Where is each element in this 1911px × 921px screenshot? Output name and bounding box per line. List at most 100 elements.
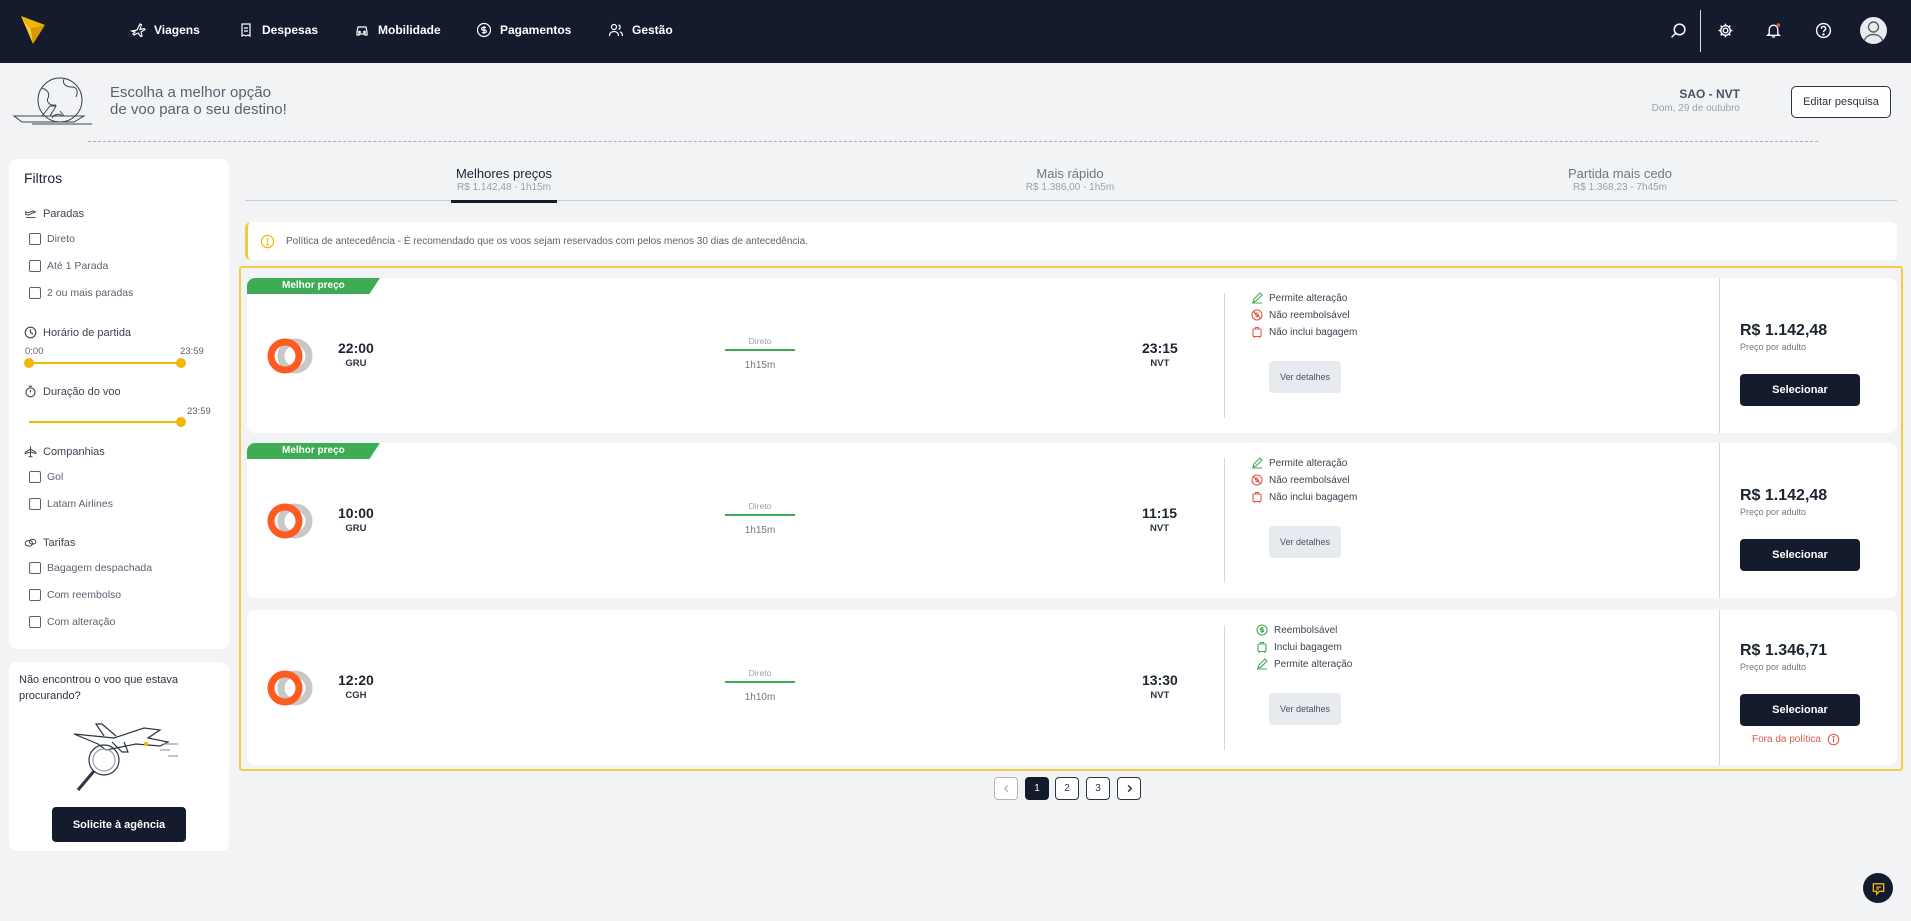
condition-text: Não inclui bagagem <box>1269 326 1358 338</box>
price-note: Preço por adulto <box>1740 662 1807 672</box>
search-icon <box>1670 22 1686 38</box>
chat-button[interactable] <box>1863 873 1893 903</box>
filter-latam[interactable]: Latam Airlines <box>29 498 113 510</box>
help-button[interactable] <box>1812 19 1834 41</box>
arrival-time: 11:15 <box>1142 505 1178 521</box>
checkbox[interactable] <box>29 562 41 574</box>
search-button[interactable] <box>1667 19 1689 41</box>
pagination-page-1[interactable]: 1 <box>1025 777 1049 800</box>
info-icon <box>1827 733 1840 746</box>
view-details-button[interactable]: Ver detalhes <box>1269 693 1341 725</box>
best-price-badge: Melhor preço <box>247 278 380 294</box>
departure-airport: GRU <box>345 523 367 534</box>
best-price-badge: Melhor preço <box>247 443 380 459</box>
filter-bagagem-despachada[interactable]: Bagagem despachada <box>29 562 152 574</box>
tab-subtitle: R$ 1.368,23 - 7h45m <box>1573 182 1667 193</box>
plane-icon <box>130 23 146 38</box>
brand-logo[interactable] <box>20 14 46 46</box>
checkbox[interactable] <box>29 260 41 272</box>
airline-logo <box>267 670 313 706</box>
tab-partida-mais-cedo[interactable]: Partida mais cedo R$ 1.368,23 - 7h45m <box>1545 166 1695 193</box>
nav-label: Despesas <box>262 23 319 37</box>
tab-mais-rapido[interactable]: Mais rápido R$ 1.386,00 - 1h5m <box>1002 166 1138 193</box>
stops-label: Direto <box>748 336 772 346</box>
select-button[interactable]: Selecionar <box>1740 539 1860 571</box>
nav-mobilidade[interactable]: Mobilidade <box>354 20 441 40</box>
slider-track <box>29 421 181 423</box>
avatar[interactable] <box>1860 17 1887 44</box>
edit-search-button[interactable]: Editar pesquisa <box>1791 86 1891 118</box>
nav-label: Mobilidade <box>378 23 441 37</box>
nav-gestao[interactable]: Gestão <box>608 20 673 40</box>
departure-time: 12:20 <box>338 672 374 688</box>
price-note: Preço por adulto <box>1740 342 1807 352</box>
select-button[interactable]: Selecionar <box>1740 694 1860 726</box>
dashed-divider <box>88 141 1818 142</box>
condition-item: Inclui bagagem <box>1256 641 1342 653</box>
user-icon <box>1863 21 1884 43</box>
duration-slider[interactable] <box>24 417 186 427</box>
checkbox-label: Bagagem despachada <box>47 562 153 574</box>
out-of-policy-link[interactable]: Fora da política <box>1752 733 1840 746</box>
nav-pagamentos[interactable]: Pagamentos <box>476 20 571 40</box>
pagination-prev[interactable] <box>994 777 1018 800</box>
settings-button[interactable] <box>1714 19 1736 41</box>
checkbox[interactable] <box>29 616 41 628</box>
notifications-button[interactable] <box>1762 19 1784 41</box>
slider-handle-min[interactable] <box>24 358 34 368</box>
filter-section-airlines: Companhias <box>24 445 105 458</box>
nav-despesas[interactable]: Despesas <box>238 20 318 40</box>
filter-com-reembolso[interactable]: Com reembolso <box>29 589 121 601</box>
flight-card: 12:20 CGH Direto 1h10m 13:30 NVT Reembol… <box>247 610 1897 765</box>
pagination-page-3[interactable]: 3 <box>1086 777 1110 800</box>
checkbox[interactable] <box>29 233 41 245</box>
departure-airport: GRU <box>345 358 367 369</box>
checkbox-label: Até 1 Parada <box>47 260 109 272</box>
edit-icon <box>1252 457 1263 469</box>
arrival-airport: NVT <box>1150 523 1170 534</box>
flight-card: Melhor preço 10:00 GRU Direto 1h15m 11:1… <box>247 443 1897 598</box>
select-button[interactable]: Selecionar <box>1740 374 1860 406</box>
slider-handle-max[interactable] <box>176 358 186 368</box>
arrival-time: 13:30 <box>1142 672 1178 688</box>
help-icon <box>1815 22 1831 38</box>
nav-label: Pagamentos <box>500 23 572 37</box>
condition-item: Reembolsável <box>1256 624 1337 636</box>
view-details-button[interactable]: Ver detalhes <box>1269 526 1341 558</box>
divider <box>1224 625 1225 750</box>
condition-item: Permite alteração <box>1251 292 1347 304</box>
filter-ate-1-parada[interactable]: Até 1 Parada <box>29 260 108 272</box>
filter-section-label: Horário de partida <box>43 326 132 339</box>
heading-line-1: Escolha a melhor opção <box>110 84 271 101</box>
money-icon <box>24 538 37 547</box>
arrival-airport: NVT <box>1150 358 1170 369</box>
filter-direto[interactable]: Direto <box>29 233 75 245</box>
checkbox[interactable] <box>29 471 41 483</box>
filters-title: Filtros <box>24 170 63 186</box>
magnifier-plane-illustration <box>73 723 178 791</box>
tab-label: Melhores preços <box>455 166 553 181</box>
filter-com-alteracao[interactable]: Com alteração <box>29 616 115 628</box>
request-agency-button[interactable]: Solicite à agência <box>52 807 186 842</box>
route-date: Dom, 29 de outubro <box>1651 103 1740 114</box>
checkbox-label: Com alteração <box>47 616 116 628</box>
chevron-left-icon <box>1003 784 1008 793</box>
flight-stops: Direto 1h15m <box>725 501 795 536</box>
view-details-button[interactable]: Ver detalhes <box>1269 361 1341 393</box>
slider-handle-max[interactable] <box>176 417 186 427</box>
price-note: Preço por adulto <box>1740 507 1807 517</box>
departure-slider[interactable] <box>24 358 186 368</box>
airline-logo <box>267 338 313 374</box>
checkbox[interactable] <box>29 498 41 510</box>
pagination-page-2[interactable]: 2 <box>1055 777 1079 800</box>
nav-viagens[interactable]: Viagens <box>130 20 200 40</box>
tab-melhores-precos[interactable]: Melhores preços R$ 1.142,48 - 1h15m <box>451 166 557 203</box>
price: R$ 1.346,71 <box>1740 642 1828 659</box>
checkbox[interactable] <box>29 287 41 299</box>
arrival: 11:15 NVT <box>1142 505 1177 534</box>
filter-2-ou-mais-paradas[interactable]: 2 ou mais paradas <box>29 287 133 299</box>
pagination-next[interactable] <box>1117 777 1141 800</box>
checkbox[interactable] <box>29 589 41 601</box>
plane-landing-icon <box>25 210 37 219</box>
filter-gol[interactable]: Gol <box>29 471 63 483</box>
